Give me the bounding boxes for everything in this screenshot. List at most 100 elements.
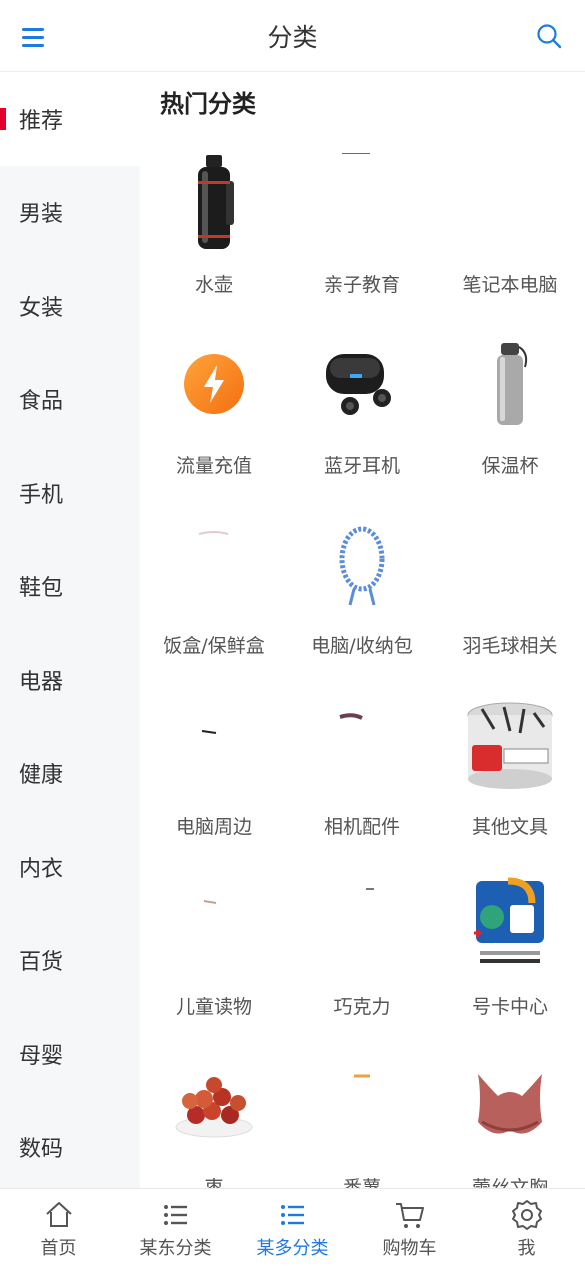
category-item-computer-peripherals[interactable]: 电脑周边: [140, 676, 288, 857]
children-book-icon: [164, 870, 264, 980]
category-label: 电脑周边: [175, 815, 252, 838]
sweet-potato-icon: [312, 1051, 412, 1161]
sidebar-item-underwear[interactable]: 内衣: [0, 820, 140, 914]
parenting-education-icon: [312, 148, 412, 258]
category-item-badminton[interactable]: 羽毛球相关: [436, 495, 584, 676]
sidebar-item-label: 推荐: [19, 108, 64, 134]
sidebar-item-label: 电器: [19, 669, 64, 695]
sidebar-item-label: 健康: [19, 763, 64, 789]
tab-label: 我: [517, 1238, 536, 1259]
category-item-chocolate[interactable]: 巧克力: [288, 856, 436, 1037]
sidebar-item-womenswear[interactable]: 女装: [0, 259, 140, 353]
tab-pdd-category[interactable]: 某多分类: [234, 1189, 351, 1266]
category-label: 巧克力: [333, 996, 391, 1018]
sidebar-item-label: 母婴: [19, 1043, 64, 1069]
sidebar-item-general-goods[interactable]: 百货: [0, 914, 140, 1008]
category-item-kettle[interactable]: 水壶: [140, 134, 288, 315]
sidebar-item-label: 鞋包: [19, 576, 64, 602]
tab-label: 某东分类: [139, 1238, 212, 1259]
sidebar-item-label: 百货: [19, 950, 64, 976]
sidebar-item-shoes-bags[interactable]: 鞋包: [0, 540, 140, 634]
tab-label: 购物车: [382, 1238, 437, 1259]
category-label: 蓝牙耳机: [323, 454, 400, 477]
category-content: 热门分类 水壶 亲子教育 笔记本电脑 流量充值 蓝牙耳机 保温杯 饭盒/保鲜盒 …: [140, 72, 585, 1188]
settings-icon: [511, 1200, 542, 1230]
category-sidebar: 推荐 男装 女装 食品 手机 鞋包 电器 健康 内衣 百货 母婴 数码: [0, 72, 140, 1188]
sim-card-icon: [460, 870, 560, 980]
category-label: 亲子教育: [323, 274, 400, 296]
sidebar-item-digital[interactable]: 数码: [0, 1101, 140, 1189]
sidebar-item-label: 男装: [19, 202, 64, 228]
category-label: 笔记本电脑: [462, 274, 558, 296]
category-label: 羽毛球相关: [462, 635, 558, 657]
tab-label: 某多分类: [256, 1238, 329, 1259]
jujube-plate-icon: [164, 1051, 264, 1161]
steel-bottle-icon: [460, 329, 560, 439]
top-header: 分类: [0, 0, 585, 72]
category-item-childrens-books[interactable]: 儿童读物: [140, 856, 288, 1037]
lunchbox-icon: [164, 509, 264, 619]
sidebar-item-label: 内衣: [19, 856, 64, 882]
category-item-laptop[interactable]: 笔记本电脑: [436, 134, 584, 315]
category-item-data-topup[interactable]: 流量充值: [140, 315, 288, 496]
bluetooth-earbuds-icon: [312, 329, 412, 439]
category-label: 其他文具: [471, 815, 548, 838]
sidebar-item-baby[interactable]: 母婴: [0, 1007, 140, 1101]
category-label: 番薯: [342, 1176, 381, 1189]
category-item-camera-accessories[interactable]: 相机配件: [288, 676, 436, 857]
list-icon: [163, 1205, 187, 1225]
category-item-lunchbox[interactable]: 饭盒/保鲜盒: [140, 495, 288, 676]
thermos-bottle-icon: [164, 148, 264, 258]
category-label: 相机配件: [323, 815, 400, 838]
category-item-insulated-cup[interactable]: 保温杯: [436, 315, 584, 496]
sidebar-item-food[interactable]: 食品: [0, 353, 140, 447]
lightning-bolt-icon: [164, 329, 264, 439]
laptop-icon: [460, 148, 560, 258]
lace-bra-icon: [460, 1051, 560, 1161]
category-label: 水壶: [194, 274, 233, 296]
category-item-bluetooth-earbuds[interactable]: 蓝牙耳机: [288, 315, 436, 496]
sidebar-item-health[interactable]: 健康: [0, 727, 140, 821]
sidebar-item-appliances[interactable]: 电器: [0, 633, 140, 727]
category-item-computer-bag[interactable]: 电脑/收纳包: [288, 495, 436, 676]
sidebar-item-label: 手机: [19, 482, 64, 508]
category-item-jujube[interactable]: 枣: [140, 1037, 288, 1189]
tab-cart[interactable]: 购物车: [351, 1189, 468, 1266]
sidebar-item-label: 食品: [19, 389, 64, 415]
category-item-parenting-education[interactable]: 亲子教育: [288, 134, 436, 315]
category-label: 保温杯: [481, 454, 539, 477]
tab-jd-category[interactable]: 某东分类: [117, 1189, 234, 1266]
category-item-sim-card-center[interactable]: 号卡中心: [436, 856, 584, 1037]
chocolate-icon: [312, 870, 412, 980]
tab-label: 首页: [40, 1238, 77, 1259]
camera-accessory-icon: [312, 690, 412, 800]
home-icon: [45, 1202, 72, 1227]
computer-accessory-icon: [164, 690, 264, 800]
category-label: 儿童读物: [175, 996, 252, 1018]
sidebar-item-phones[interactable]: 手机: [0, 446, 140, 540]
category-label: 枣: [204, 1176, 224, 1189]
sidebar-item-recommend[interactable]: 推荐: [0, 72, 140, 166]
tab-home[interactable]: 首页: [0, 1189, 117, 1266]
category-item-lace-bra[interactable]: 蕾丝文胸: [436, 1037, 584, 1189]
list-icon: [280, 1205, 304, 1225]
sidebar-item-label: 数码: [19, 1137, 64, 1163]
category-label: 饭盒/保鲜盒: [163, 635, 265, 657]
sidebar-item-label: 女装: [19, 295, 64, 321]
binder-clips-jar-icon: [460, 690, 560, 800]
cart-icon: [395, 1203, 424, 1228]
category-label: 蕾丝文胸: [471, 1176, 548, 1189]
search-icon[interactable]: [535, 22, 563, 50]
bottom-tab-bar: 首页 某东分类 某多分类 购物车 我: [0, 1188, 585, 1266]
category-label: 号卡中心: [471, 996, 548, 1018]
category-item-other-stationery[interactable]: 其他文具: [436, 676, 584, 857]
category-label: 电脑/收纳包: [311, 635, 413, 657]
tab-me[interactable]: 我: [468, 1189, 585, 1266]
badminton-icon: [460, 509, 560, 619]
category-grid: 水壶 亲子教育 笔记本电脑 流量充值 蓝牙耳机 保温杯 饭盒/保鲜盒 电脑/收纳…: [140, 134, 585, 1188]
sidebar-item-menswear[interactable]: 男装: [0, 166, 140, 260]
category-item-sweet-potato[interactable]: 番薯: [288, 1037, 436, 1189]
section-title: 热门分类: [160, 90, 256, 118]
page-title: 分类: [267, 23, 318, 52]
category-label: 流量充值: [175, 454, 252, 477]
